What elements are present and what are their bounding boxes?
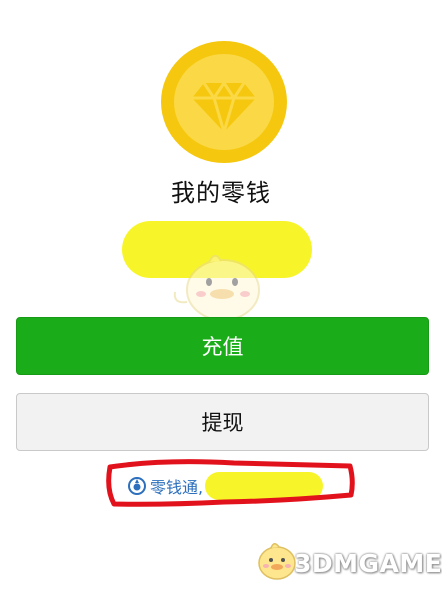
recharge-button[interactable]: 充值 xyxy=(16,317,429,375)
annotation-highlight-box xyxy=(106,459,355,507)
withdraw-button[interactable]: 提现 xyxy=(16,393,429,451)
page-title: 我的零钱 xyxy=(171,179,271,207)
watermark-mascot-icon xyxy=(258,543,296,580)
diamond-coin-icon xyxy=(161,41,287,163)
watermark-text: 3DMGAME xyxy=(294,549,442,578)
